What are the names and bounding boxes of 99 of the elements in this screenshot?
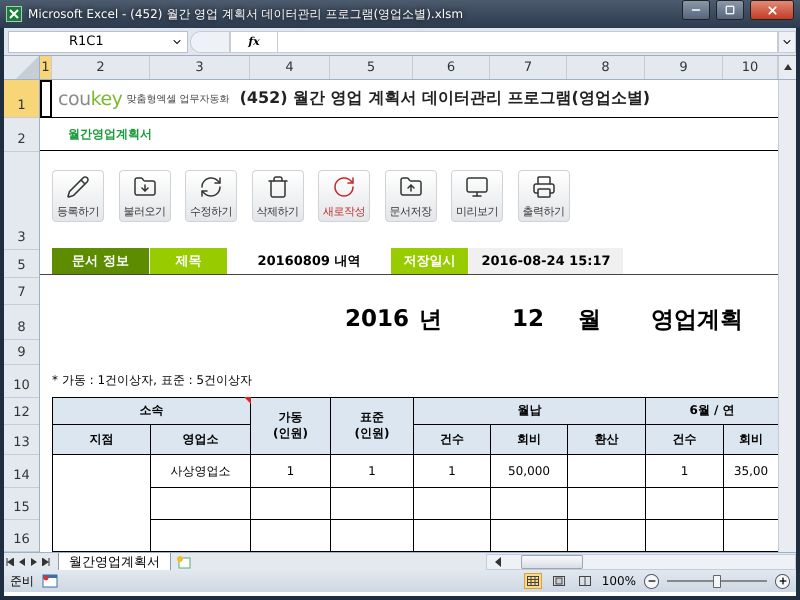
toolbar-button[interactable]: 미리보기	[451, 170, 503, 222]
toolbar-button[interactable]: 삭제하기	[252, 170, 304, 222]
new-sheet-icon[interactable]	[175, 554, 193, 568]
next-icon	[31, 558, 37, 566]
info-value: 2016-08-24 15:17	[469, 248, 624, 274]
column-header[interactable]: 9	[645, 56, 723, 79]
rotate-icon	[332, 175, 356, 200]
close-button[interactable]	[750, 0, 794, 20]
toolbar-button[interactable]: 불러오기	[118, 170, 170, 222]
month-unit: 월	[578, 306, 602, 335]
table-cell: 50,000	[490, 454, 568, 488]
section-label: 월간영업계획서	[68, 126, 152, 143]
pencil-icon	[66, 175, 90, 200]
excel-icon	[6, 6, 22, 22]
zoom-out-button[interactable]	[644, 574, 659, 588]
sheet-tab[interactable]: 월간영업계획서	[58, 552, 171, 570]
selected-cell[interactable]	[40, 80, 52, 118]
insert-function-button[interactable]: fx	[230, 30, 278, 52]
zoom-level[interactable]: 100%	[602, 574, 636, 588]
table-cell: 1	[646, 454, 724, 488]
month-value: 12	[512, 306, 544, 332]
toolbar-button[interactable]: 등록하기	[52, 170, 104, 222]
previous-icon	[19, 558, 25, 566]
scrollbar-thumb[interactable]	[521, 554, 583, 568]
header-cell: 건수	[414, 424, 490, 454]
printer-icon	[532, 175, 556, 200]
year-unit: 년	[419, 306, 442, 335]
plus-icon	[778, 576, 788, 586]
cell-reference: R1C1	[69, 34, 104, 49]
expand-formula-button[interactable]	[778, 30, 796, 52]
vertical-scrollbar[interactable]	[778, 56, 796, 79]
header-cell: 가동 (인원)	[250, 398, 330, 454]
column-header[interactable]: 2	[52, 56, 150, 79]
toolbar-button[interactable]: 출력하기	[518, 170, 570, 222]
header-cell: 회비	[490, 424, 568, 454]
header-cell: 지점	[52, 424, 150, 454]
column-header[interactable]: 7	[490, 56, 567, 79]
zoom-slider-thumb[interactable]	[713, 574, 721, 588]
header-cell: 월납	[414, 398, 646, 424]
row-header[interactable]: 15	[4, 488, 39, 520]
horizontal-scrollbar[interactable]	[486, 554, 796, 570]
sheet-title: (452) 월간 영업 계획서 데이터관리 프로그램(영업소별)	[240, 88, 650, 109]
toolbar-button[interactable]: 수정하기	[185, 170, 237, 222]
row-header[interactable]: 1	[4, 80, 39, 118]
status-text: 준비	[10, 572, 34, 590]
header-cell: 회비	[724, 424, 778, 454]
row-header[interactable]: 10	[4, 365, 39, 398]
scroll-left-icon[interactable]	[493, 556, 501, 566]
table-cell: 1	[414, 454, 490, 488]
maximize-button[interactable]	[716, 0, 744, 20]
row-header[interactable]: 2	[4, 118, 39, 152]
info-label: 문서 정보	[52, 248, 150, 274]
report-title: 영업계획	[651, 306, 744, 335]
header-cell: 소속	[52, 398, 250, 424]
scroll-up-icon[interactable]	[784, 64, 792, 70]
row-header[interactable]: 7	[4, 278, 39, 305]
minimize-button[interactable]	[682, 0, 710, 20]
close-icon	[766, 4, 778, 16]
column-header[interactable]: 5	[330, 56, 413, 79]
zoom-in-button[interactable]	[775, 574, 790, 588]
brand-logo: coukey	[58, 88, 122, 110]
info-label: 제목	[150, 248, 228, 274]
logo-tagline: 맞춤형엑셀 업무자동화	[126, 92, 230, 106]
name-box[interactable]: R1C1	[8, 30, 188, 52]
year-value: 2016	[345, 306, 410, 332]
info-label: 저장일시	[391, 248, 469, 274]
header-cell: 영업소	[150, 424, 250, 454]
header-cell: 건수	[646, 424, 724, 454]
header-cell: 표준 (인원)	[330, 398, 414, 454]
last-icon	[42, 558, 50, 566]
formula-bar-handle[interactable]	[190, 30, 230, 52]
refresh-icon	[199, 175, 223, 200]
row-header[interactable]: 14	[4, 455, 39, 488]
row-header[interactable]: 8	[4, 305, 39, 340]
table-cell: 1	[250, 454, 330, 488]
row-header[interactable]: 3	[4, 152, 39, 250]
trash-icon	[266, 175, 290, 200]
column-header[interactable]: 1	[40, 56, 52, 79]
toolbar-button[interactable]: 새로작성	[318, 170, 370, 222]
first-icon	[6, 558, 14, 566]
window-title: Microsoft Excel - (452) 월간 영업 계획서 데이터관리 프로그램(영업소별).xlsm	[28, 6, 464, 22]
table-cell: 사상영업소	[150, 454, 250, 488]
normal-view-button[interactable]	[524, 573, 542, 589]
toolbar-button[interactable]: 문서저장	[384, 170, 436, 222]
row-header[interactable]: 13	[4, 425, 39, 455]
column-header[interactable]: 4	[250, 56, 330, 79]
row-header[interactable]: 9	[4, 340, 39, 365]
maximize-icon	[725, 5, 735, 15]
row-header[interactable]: 5	[4, 250, 39, 278]
column-header[interactable]: 8	[567, 56, 645, 79]
row-header[interactable]: 12	[4, 398, 39, 425]
note-text: * 가동 : 1건이상자, 표준 : 5건이상자	[52, 372, 252, 390]
monitor-icon	[465, 175, 489, 200]
column-header[interactable]: 6	[413, 56, 490, 79]
macro-record-icon[interactable]	[42, 574, 58, 588]
column-header[interactable]: 3	[150, 56, 250, 79]
table-cell: 1	[330, 454, 414, 488]
header-cell: 6월 / 연	[646, 398, 778, 424]
header-cell: 환산	[568, 424, 646, 454]
